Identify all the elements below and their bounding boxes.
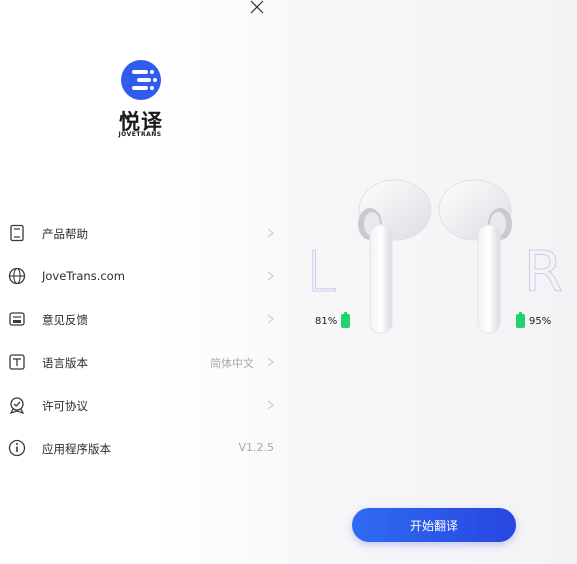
chevron-right-icon	[267, 228, 274, 238]
left-battery-value: 81%	[315, 315, 338, 327]
menu-item-label: 应用程序版本	[42, 442, 111, 456]
menu-item-app-version: 应用程序版本 V1.2.5	[0, 427, 282, 470]
battery-icon	[341, 312, 351, 328]
close-icon	[250, 0, 264, 14]
menu-item-label: 许可协议	[42, 399, 88, 413]
chevron-right-icon	[267, 271, 274, 281]
info-icon	[8, 439, 26, 457]
menu-item-product-help[interactable]: 产品帮助	[0, 212, 282, 255]
menu-item-license[interactable]: 许可协议	[0, 384, 282, 427]
right-battery-value: 95%	[529, 315, 552, 327]
license-badge-icon	[9, 397, 25, 414]
chevron-right-icon	[267, 357, 274, 367]
feedback-icon	[9, 312, 25, 326]
menu-item-label: 语言版本	[42, 356, 88, 370]
menu-item-website[interactable]: JoveTrans.com	[0, 255, 282, 298]
menu-item-label: 意见反馈	[42, 313, 88, 327]
right-battery: 95%	[516, 312, 552, 328]
chevron-right-icon	[267, 400, 274, 410]
book-icon	[10, 224, 24, 242]
app-version-value: V1.2.5	[238, 441, 274, 454]
menu-item-value: 简体中文	[210, 357, 254, 370]
left-battery: 81%	[315, 312, 351, 328]
right-earbud	[438, 179, 512, 334]
left-earbud	[358, 179, 432, 334]
menu-item-label: JoveTrans.com	[42, 269, 125, 283]
start-translation-button[interactable]: 开始翻译	[352, 508, 516, 542]
battery-icon	[516, 312, 525, 328]
chevron-right-icon	[267, 314, 274, 324]
close-button[interactable]	[248, 0, 266, 16]
brand-subtitle: JOVETRANS	[118, 131, 162, 138]
menu-item-feedback[interactable]: 意见反馈	[0, 298, 282, 341]
menu-item-language[interactable]: 语言版本 简体中文	[0, 341, 282, 384]
language-icon	[9, 354, 25, 370]
globe-icon	[8, 267, 26, 285]
settings-menu: 产品帮助 JoveTrans.com 意见反馈 语言版本 简体中文 许可协议 应…	[0, 212, 282, 470]
menu-item-label: 产品帮助	[42, 227, 88, 241]
